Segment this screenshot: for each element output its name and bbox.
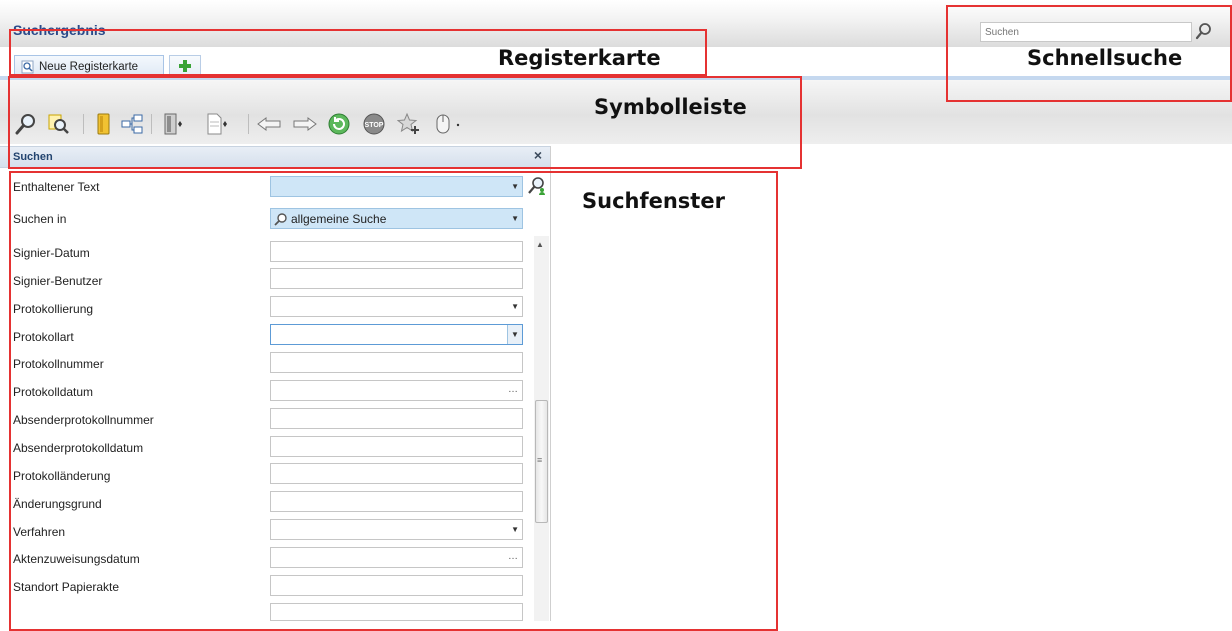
- annotation-label-symbolleiste: Symbolleiste: [594, 95, 747, 119]
- annotation-box-symbolleiste: [8, 76, 802, 169]
- annotation-label-registerkarte: Registerkarte: [498, 46, 661, 70]
- annotation-box-suchfenster: [9, 171, 778, 631]
- annotation-label-schnellsuche: Schnellsuche: [1027, 46, 1183, 70]
- annotation-label-suchfenster: Suchfenster: [582, 189, 725, 213]
